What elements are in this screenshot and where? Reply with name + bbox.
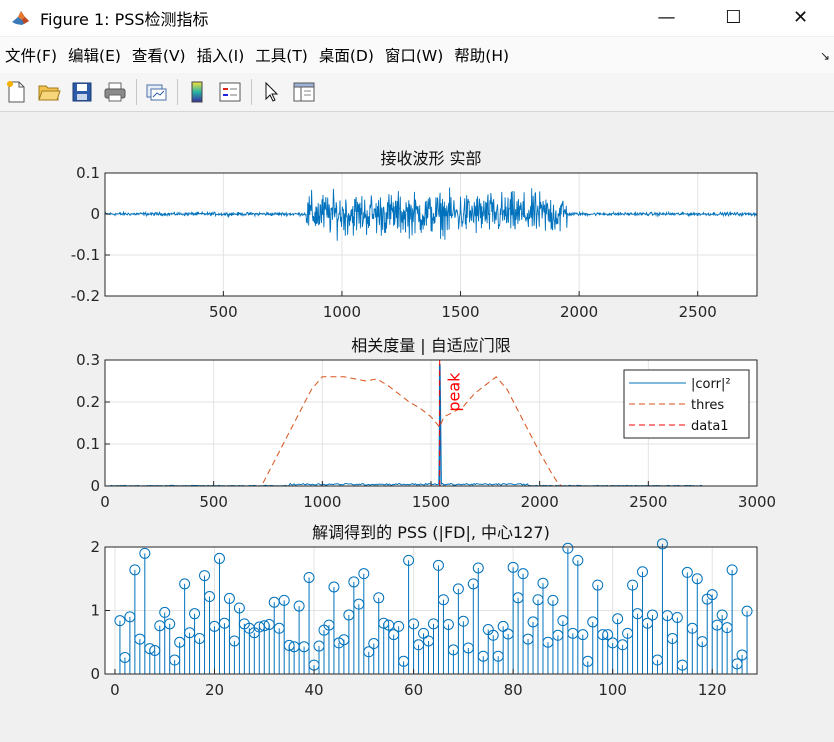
legend-icon[interactable] bbox=[216, 78, 244, 106]
open-file-icon[interactable] bbox=[35, 78, 63, 106]
figure-toolbar bbox=[0, 73, 834, 112]
figure-canvas: 500 1000 1500 2000 2500 -0.2 -0.1 0 0.1 接收波形 实部 pe… bbox=[0, 112, 834, 738]
legend: |corr|² thres data1 bbox=[623, 369, 750, 439]
x-tick-label: 1000 bbox=[323, 303, 361, 321]
axes-title: 相关度量 | 自适应门限 bbox=[351, 336, 511, 355]
menu-insert[interactable]: 插入(I) bbox=[192, 44, 251, 66]
colorbar-icon[interactable] bbox=[183, 78, 211, 106]
x-tick-label: 1000 bbox=[303, 493, 341, 511]
toolbar-separator bbox=[136, 79, 137, 105]
x-tick-label: 0 bbox=[110, 681, 120, 699]
x-tick-label: 500 bbox=[209, 303, 238, 321]
x-tick-label: 500 bbox=[199, 493, 228, 511]
y-tick-label: 1 bbox=[90, 602, 100, 620]
x-tick-label: 2500 bbox=[629, 493, 667, 511]
peak-annotation: peak bbox=[445, 372, 464, 412]
legend-label: thres bbox=[691, 398, 724, 413]
legend-label: |corr|² bbox=[691, 377, 731, 392]
x-tick-label: 40 bbox=[304, 681, 323, 699]
axes-title: 解调得到的 PSS (|FD|, 中心127) bbox=[312, 523, 550, 542]
legend-label: data1 bbox=[691, 419, 729, 434]
menu-file[interactable]: 文件(F) bbox=[0, 44, 63, 66]
axes-title: 接收波形 实部 bbox=[380, 149, 481, 168]
menu-edit[interactable]: 编辑(E) bbox=[63, 44, 127, 66]
x-tick-label: 100 bbox=[598, 681, 627, 699]
matlab-logo-icon bbox=[10, 8, 30, 28]
figure-svg: 500 1000 1500 2000 2500-0.2-0.100.1接收波形 实部pe… bbox=[71, 149, 776, 699]
x-tick-label: 2000 bbox=[560, 303, 598, 321]
print-icon[interactable] bbox=[101, 78, 129, 106]
menu-tools[interactable]: 工具(T) bbox=[250, 44, 314, 66]
link-plot-icon[interactable] bbox=[142, 78, 170, 106]
menu-help[interactable]: 帮助(H) bbox=[449, 44, 515, 66]
x-tick-label: 3000 bbox=[738, 493, 776, 511]
dock-arrow-icon[interactable]: ↘ bbox=[820, 49, 830, 63]
y-tick-label: -0.2 bbox=[71, 287, 100, 305]
save-icon[interactable] bbox=[68, 78, 96, 106]
axes-1: 500 1000 1500 2000 2500 -0.2 -0.1 0 0.1 接收波形 实部 bbox=[71, 149, 758, 321]
y-tick-label: 0 bbox=[90, 205, 100, 223]
x-tick-label: 80 bbox=[504, 681, 523, 699]
y-tick-label: 0.1 bbox=[76, 435, 100, 453]
toolbar-separator bbox=[177, 79, 178, 105]
x-tick-label: 20 bbox=[205, 681, 224, 699]
x-tick-label: 2000 bbox=[521, 493, 559, 511]
toolbar-separator bbox=[251, 79, 252, 105]
new-figure-icon[interactable] bbox=[2, 78, 30, 106]
window-titlebar: Figure 1: PSS检测指标 — ☐ ✕ bbox=[0, 0, 834, 36]
x-tick-label: 0 bbox=[100, 493, 110, 511]
axes-background bbox=[105, 173, 757, 296]
x-tick-label: 2500 bbox=[679, 303, 717, 321]
window-title: Figure 1: PSS检测指标 bbox=[40, 10, 209, 29]
y-tick-label: 0.1 bbox=[76, 164, 100, 182]
y-tick-label: 0 bbox=[90, 477, 100, 495]
x-tick-label: 60 bbox=[404, 681, 423, 699]
menu-bar: 文件(F) 编辑(E) 查看(V) 插入(I) 工具(T) 桌面(D) 窗口(W… bbox=[0, 37, 834, 73]
x-tick-label: 1500 bbox=[441, 303, 479, 321]
pointer-icon[interactable] bbox=[257, 78, 285, 106]
menu-window[interactable]: 窗口(W) bbox=[380, 44, 449, 66]
minimize-button[interactable]: — bbox=[633, 0, 700, 34]
y-tick-label: 0 bbox=[90, 665, 100, 683]
y-tick-label: 0.2 bbox=[76, 393, 100, 411]
axes-2: peak 0 500 1000 1500 2000 2500 3000 0 0.1 0.2 0.3 相关… bbox=[76, 336, 776, 511]
y-tick-label: -0.1 bbox=[71, 246, 100, 264]
window-controls: — ☐ ✕ bbox=[633, 0, 834, 36]
menu-desktop[interactable]: 桌面(D) bbox=[314, 44, 380, 66]
y-tick-label: 2 bbox=[90, 538, 100, 556]
property-editor-icon[interactable] bbox=[290, 78, 318, 106]
close-button[interactable]: ✕ bbox=[767, 0, 834, 34]
maximize-button[interactable]: ☐ bbox=[700, 0, 767, 34]
x-tick-label: 120 bbox=[698, 681, 727, 699]
menu-view[interactable]: 查看(V) bbox=[127, 44, 192, 66]
axes-3: 0 20 40 60 80 100 120 0 1 2 解调得到的 PSS (|FD|, 中心127… bbox=[90, 523, 758, 699]
x-tick-label: 1500 bbox=[412, 493, 450, 511]
y-tick-label: 0.3 bbox=[76, 351, 100, 369]
